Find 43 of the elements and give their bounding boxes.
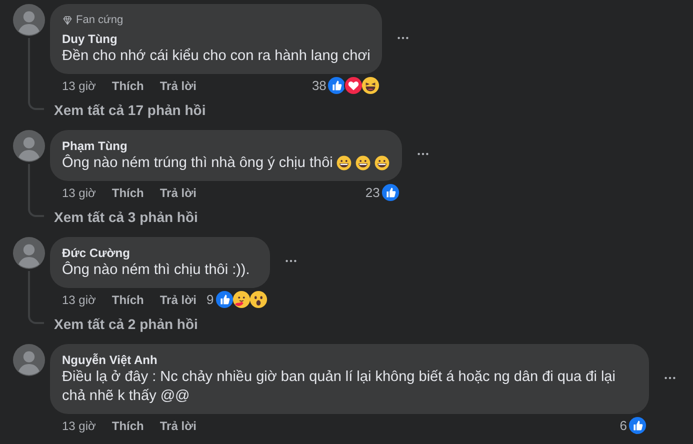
view-replies-link[interactable]: Xem tất cả 17 phản hồi <box>54 100 206 121</box>
reaction-count[interactable]: 9 <box>206 290 214 310</box>
view-replies-link[interactable]: Xem tất cả 3 phản hồi <box>54 207 198 228</box>
grinning-face-icon <box>336 155 352 171</box>
reply-link[interactable]: Trả lời <box>160 184 196 202</box>
comment-text: Ông nào ném trúng thì nhà ông ý chịu thôi <box>62 154 333 172</box>
laughing-face-icon[interactable] <box>361 76 380 95</box>
reply-link[interactable]: Trả lời <box>160 416 196 434</box>
reply-link[interactable]: Trả lời <box>160 290 196 308</box>
comment-text: Điều lạ ở đây : Nc chảy nhiều giờ ban quản lí lại không biết á hoặc ng dân đi qua đi lại chả nhẽ k thấy @@ <box>62 368 616 406</box>
thumbs-up-icon[interactable] <box>380 183 400 202</box>
surprised-face-icon[interactable] <box>248 290 268 309</box>
timestamp[interactable]: 13 giờ <box>62 416 96 434</box>
comment-text: Ông nào ném thì chịu thôi :)). <box>62 260 250 280</box>
timestamp[interactable]: 13 giờ <box>62 184 96 202</box>
avatar-icon[interactable] <box>13 344 45 376</box>
thumbs-up-icon[interactable] <box>214 290 234 309</box>
reaction-count[interactable]: 6 <box>620 416 627 436</box>
like-link[interactable]: Thích <box>112 184 144 202</box>
author-name[interactable]: Phạm Tùng <box>62 138 390 154</box>
author-name[interactable]: Nguyễn Việt Anh <box>62 352 637 368</box>
thumbs-up-icon[interactable] <box>628 416 647 435</box>
author-name[interactable]: Duy Tùng <box>62 30 370 46</box>
reaction-count[interactable]: 38 <box>312 76 326 96</box>
like-link[interactable]: Thích <box>112 290 144 308</box>
avatar-icon[interactable] <box>13 130 45 162</box>
hugging-face-icon[interactable] <box>232 290 251 309</box>
thumbs-up-icon[interactable] <box>327 76 346 95</box>
avatar-icon[interactable] <box>13 236 45 268</box>
like-link[interactable]: Thích <box>112 416 144 434</box>
view-replies-link[interactable]: Xem tất cả 2 phản hồi <box>54 314 198 335</box>
reply-link[interactable]: Trả lời <box>160 76 196 94</box>
like-link[interactable]: Thích <box>112 76 144 94</box>
avatar-icon[interactable] <box>13 4 45 36</box>
author-name[interactable]: Đức Cường <box>62 244 258 260</box>
timestamp[interactable]: 13 giờ <box>62 76 96 94</box>
reaction-count[interactable]: 23 <box>365 182 380 202</box>
comment-text: Đền cho nhớ cái kiểu cho con ra hành lang chơi <box>62 46 370 66</box>
fan-label: Fan cứng <box>76 13 124 28</box>
diamond-icon <box>62 14 73 26</box>
timestamp[interactable]: 13 giờ <box>62 290 96 308</box>
grinning-face-icon <box>374 155 390 171</box>
grinning-face-icon <box>354 155 371 171</box>
